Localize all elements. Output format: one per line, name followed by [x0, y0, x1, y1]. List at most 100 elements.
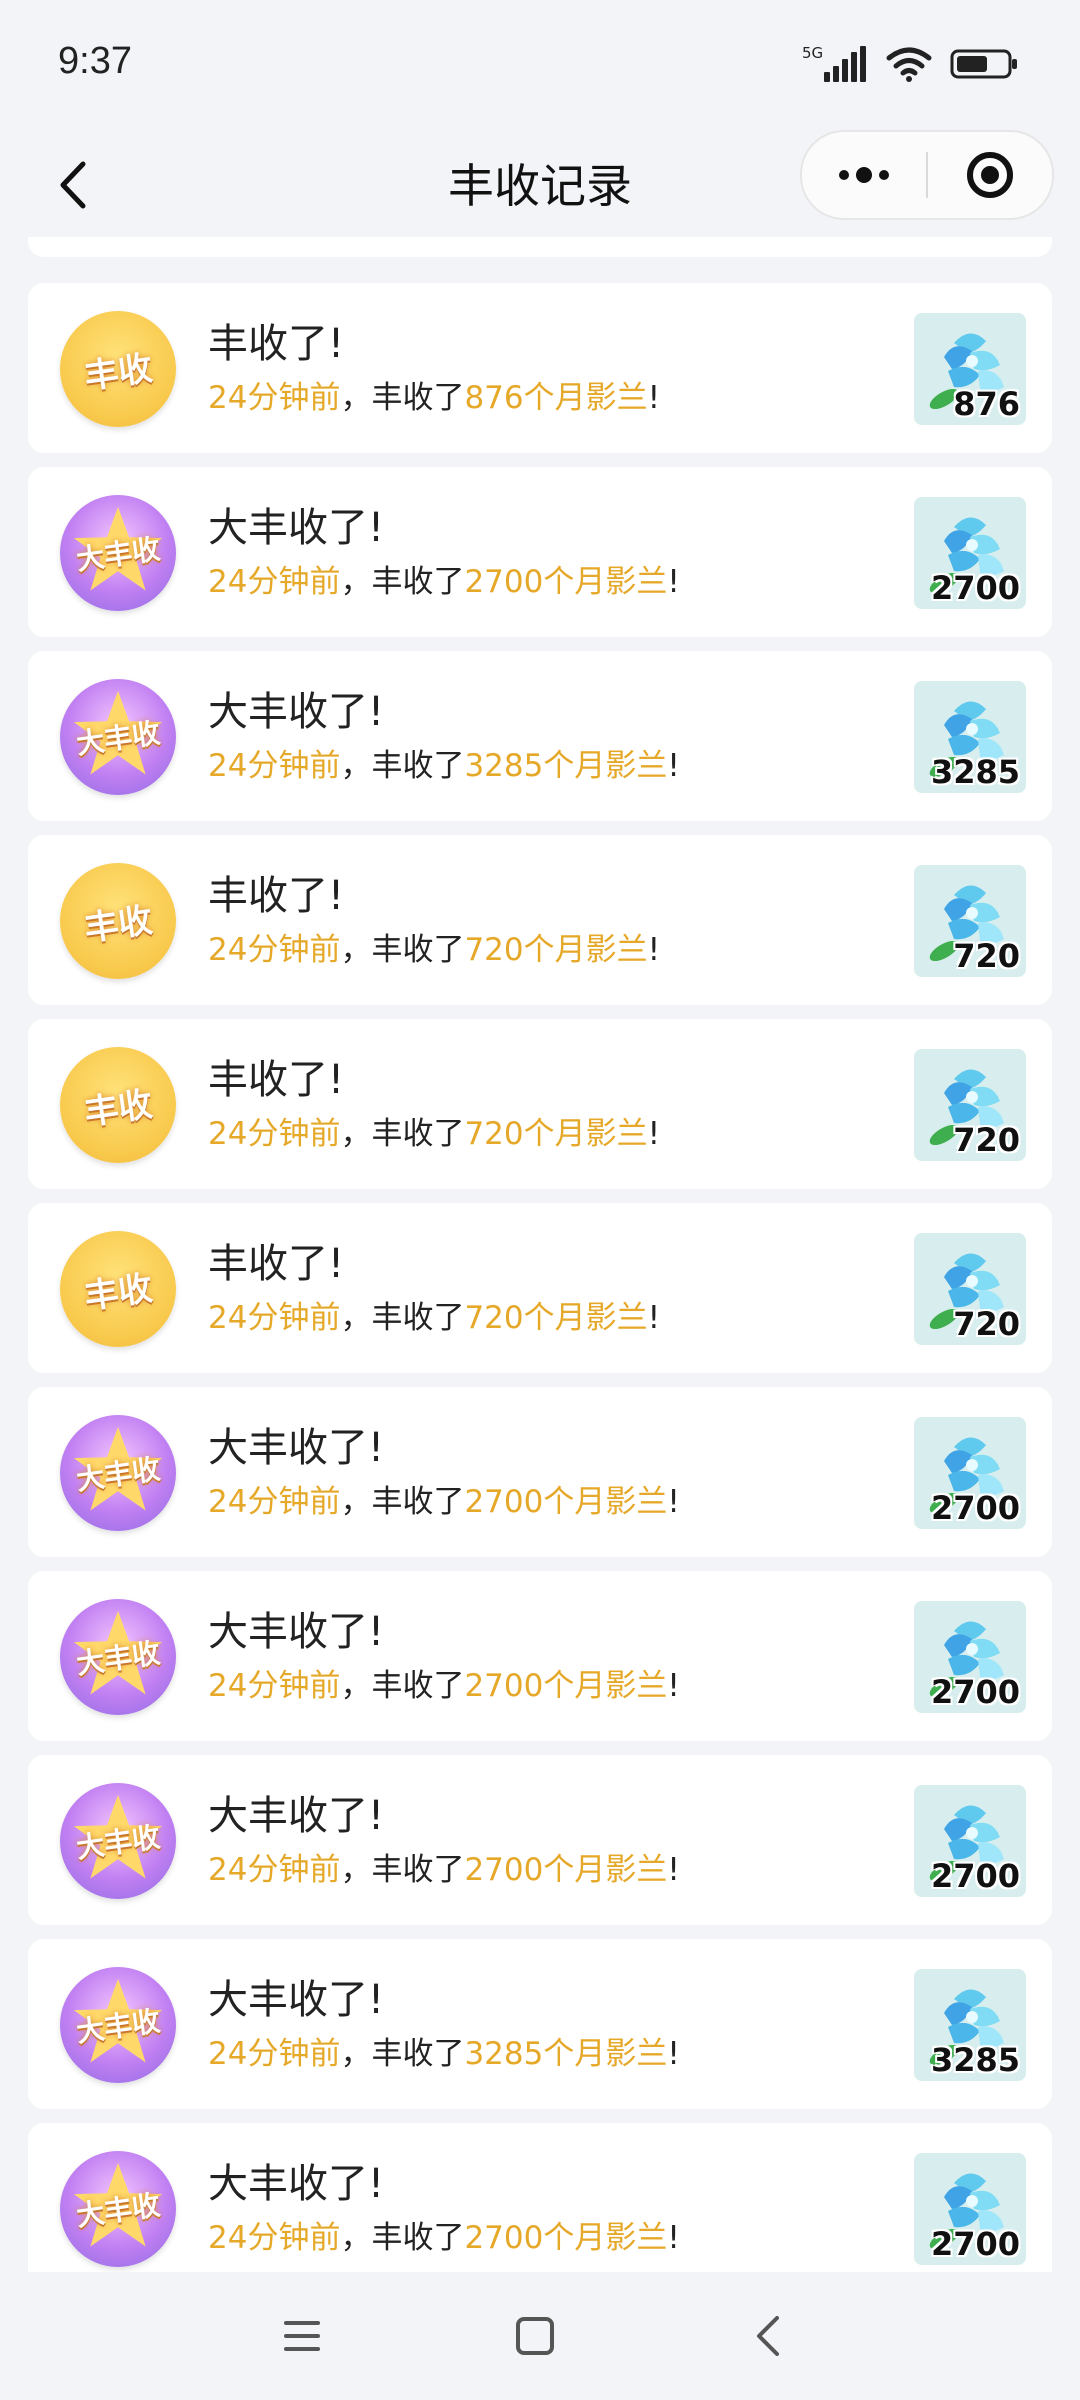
record-card[interactable]: 大丰收 大丰收了! 24分钟前，丰收了2700个月影兰! 2700: [28, 1387, 1052, 1557]
record-card[interactable]: 大丰收 大丰收了! 24分钟前，丰收了2700个月影兰! 2700: [28, 2123, 1052, 2272]
battery-icon: [950, 49, 1017, 79]
record-amount: 2700个月影兰: [464, 1668, 668, 1704]
record-mid-text: ，丰收了: [340, 1300, 465, 1336]
close-button[interactable]: [928, 132, 1052, 218]
item-thumbnail: 2700: [914, 1601, 1026, 1713]
record-title: 大丰收了!: [208, 2161, 385, 2207]
record-title: 大丰收了!: [208, 1425, 385, 1471]
record-title: 丰收了!: [208, 873, 345, 919]
record-mid-text: ，丰收了: [340, 1852, 465, 1888]
record-title: 丰收了!: [208, 1241, 345, 1287]
record-end-text: !: [667, 1484, 680, 1520]
item-thumbnail: 2700: [914, 497, 1026, 609]
record-end-text: !: [647, 380, 661, 416]
record-end-text: !: [667, 564, 680, 600]
triangle-back-icon: [757, 2316, 779, 2356]
badge-text: 丰收: [82, 1083, 155, 1134]
nav-bar: 丰收记录: [0, 130, 1080, 240]
record-time-ago: 24分钟前: [208, 1668, 341, 1704]
record-mid-text: ，丰收了: [340, 1484, 465, 1520]
badge-text: 大丰收: [74, 2004, 163, 2049]
record-title: 大丰收了!: [208, 1609, 385, 1655]
item-quantity: 720: [953, 937, 1020, 975]
record-end-text: !: [647, 1116, 661, 1152]
more-dots-icon: [839, 167, 889, 183]
recent-apps-button[interactable]: [272, 2306, 332, 2366]
cellular-signal-icon: 5G: [802, 44, 866, 82]
record-card[interactable]: 丰收 丰收了! 24分钟前，丰收了720个月影兰! 720: [28, 1019, 1052, 1189]
item-thumbnail: 3285: [914, 681, 1026, 793]
record-mid-text: ，丰收了: [340, 564, 465, 600]
record-description: 24分钟前，丰收了876个月影兰!: [208, 377, 660, 419]
record-amount: 2700个月影兰: [464, 1852, 668, 1888]
harvest-badge: 丰收: [60, 863, 176, 979]
record-title: 大丰收了!: [208, 1793, 385, 1839]
record-card[interactable]: 丰收 丰收了! 24分钟前，丰收了876个月影兰! 876: [28, 283, 1052, 453]
record-time-ago: 24分钟前: [208, 1116, 341, 1152]
item-thumbnail: 720: [914, 1049, 1026, 1161]
record-time-ago: 24分钟前: [208, 1300, 341, 1336]
record-description: 24分钟前，丰收了2700个月影兰!: [208, 561, 680, 603]
record-description: 24分钟前，丰收了720个月影兰!: [208, 1113, 660, 1155]
item-thumbnail: 2700: [914, 2153, 1026, 2265]
item-quantity: 3285: [930, 753, 1020, 791]
badge-text: 大丰收: [74, 532, 163, 577]
badge-text: 大丰收: [74, 716, 163, 761]
record-title: 大丰收了!: [208, 689, 385, 735]
partial-record-card: [28, 237, 1052, 257]
big-harvest-badge: 大丰收: [60, 1415, 176, 1531]
record-time-ago: 24分钟前: [208, 748, 341, 784]
record-mid-text: ，丰收了: [340, 1116, 465, 1152]
system-back-button[interactable]: [738, 2306, 798, 2366]
record-description: 24分钟前，丰收了3285个月影兰!: [208, 745, 680, 787]
record-time-ago: 24分钟前: [208, 564, 341, 600]
item-quantity: 2700: [930, 1489, 1020, 1527]
item-thumbnail: 2700: [914, 1417, 1026, 1529]
big-harvest-badge: 大丰收: [60, 495, 176, 611]
record-card[interactable]: 大丰收 大丰收了! 24分钟前，丰收了2700个月影兰! 2700: [28, 467, 1052, 637]
record-card[interactable]: 大丰收 大丰收了! 24分钟前，丰收了2700个月影兰! 2700: [28, 1755, 1052, 1925]
record-card[interactable]: 丰收 丰收了! 24分钟前，丰收了720个月影兰! 720: [28, 835, 1052, 1005]
record-description: 24分钟前，丰收了2700个月影兰!: [208, 1665, 680, 1707]
record-time-ago: 24分钟前: [208, 2036, 341, 2072]
record-amount: 3285个月影兰: [464, 2036, 668, 2072]
badge-text: 丰收: [82, 1267, 155, 1318]
record-time-ago: 24分钟前: [208, 380, 341, 416]
record-card[interactable]: 大丰收 大丰收了! 24分钟前，丰收了2700个月影兰! 2700: [28, 1571, 1052, 1741]
badge-text: 大丰收: [74, 1452, 163, 1497]
record-end-text: !: [667, 1668, 680, 1704]
home-button[interactable]: [505, 2306, 565, 2366]
system-nav-bar: [0, 2272, 1080, 2400]
item-quantity: 876: [953, 385, 1020, 423]
item-quantity: 720: [953, 1305, 1020, 1343]
big-harvest-badge: 大丰收: [60, 1599, 176, 1715]
record-mid-text: ，丰收了: [340, 932, 465, 968]
harvest-record-list[interactable]: 丰收 丰收了! 24分钟前，丰收了876个月影兰! 876 大丰收 大丰收了! 24分钟前，…: [28, 237, 1052, 2272]
mini-program-capsule: [800, 130, 1054, 220]
record-amount: 3285个月影兰: [464, 748, 668, 784]
badge-text: 丰收: [82, 347, 155, 398]
record-amount: 2700个月影兰: [464, 564, 668, 600]
record-end-text: !: [647, 1300, 661, 1336]
status-icons: 5G: [802, 42, 1020, 86]
big-harvest-badge: 大丰收: [60, 2151, 176, 2267]
record-end-text: !: [667, 2220, 680, 2256]
record-description: 24分钟前，丰收了720个月影兰!: [208, 1297, 660, 1339]
record-card[interactable]: 大丰收 大丰收了! 24分钟前，丰收了3285个月影兰! 3285: [28, 651, 1052, 821]
record-card[interactable]: 丰收 丰收了! 24分钟前，丰收了720个月影兰! 720: [28, 1203, 1052, 1373]
record-card[interactable]: 大丰收 大丰收了! 24分钟前，丰收了3285个月影兰! 3285: [28, 1939, 1052, 2109]
item-quantity: 720: [953, 1121, 1020, 1159]
record-description: 24分钟前，丰收了2700个月影兰!: [208, 2217, 680, 2259]
record-amount: 720个月影兰: [464, 932, 648, 968]
status-bar: 9:37 5G: [0, 0, 1080, 130]
network-label: 5G: [802, 44, 823, 62]
big-harvest-badge: 大丰收: [60, 1783, 176, 1899]
item-quantity: 2700: [930, 569, 1020, 607]
record-end-text: !: [667, 1852, 680, 1888]
harvest-badge: 丰收: [60, 1231, 176, 1347]
badge-text: 大丰收: [74, 2188, 163, 2233]
record-mid-text: ，丰收了: [340, 2036, 465, 2072]
record-time-ago: 24分钟前: [208, 2220, 341, 2256]
more-button[interactable]: [802, 132, 926, 218]
record-amount: 2700个月影兰: [464, 2220, 668, 2256]
